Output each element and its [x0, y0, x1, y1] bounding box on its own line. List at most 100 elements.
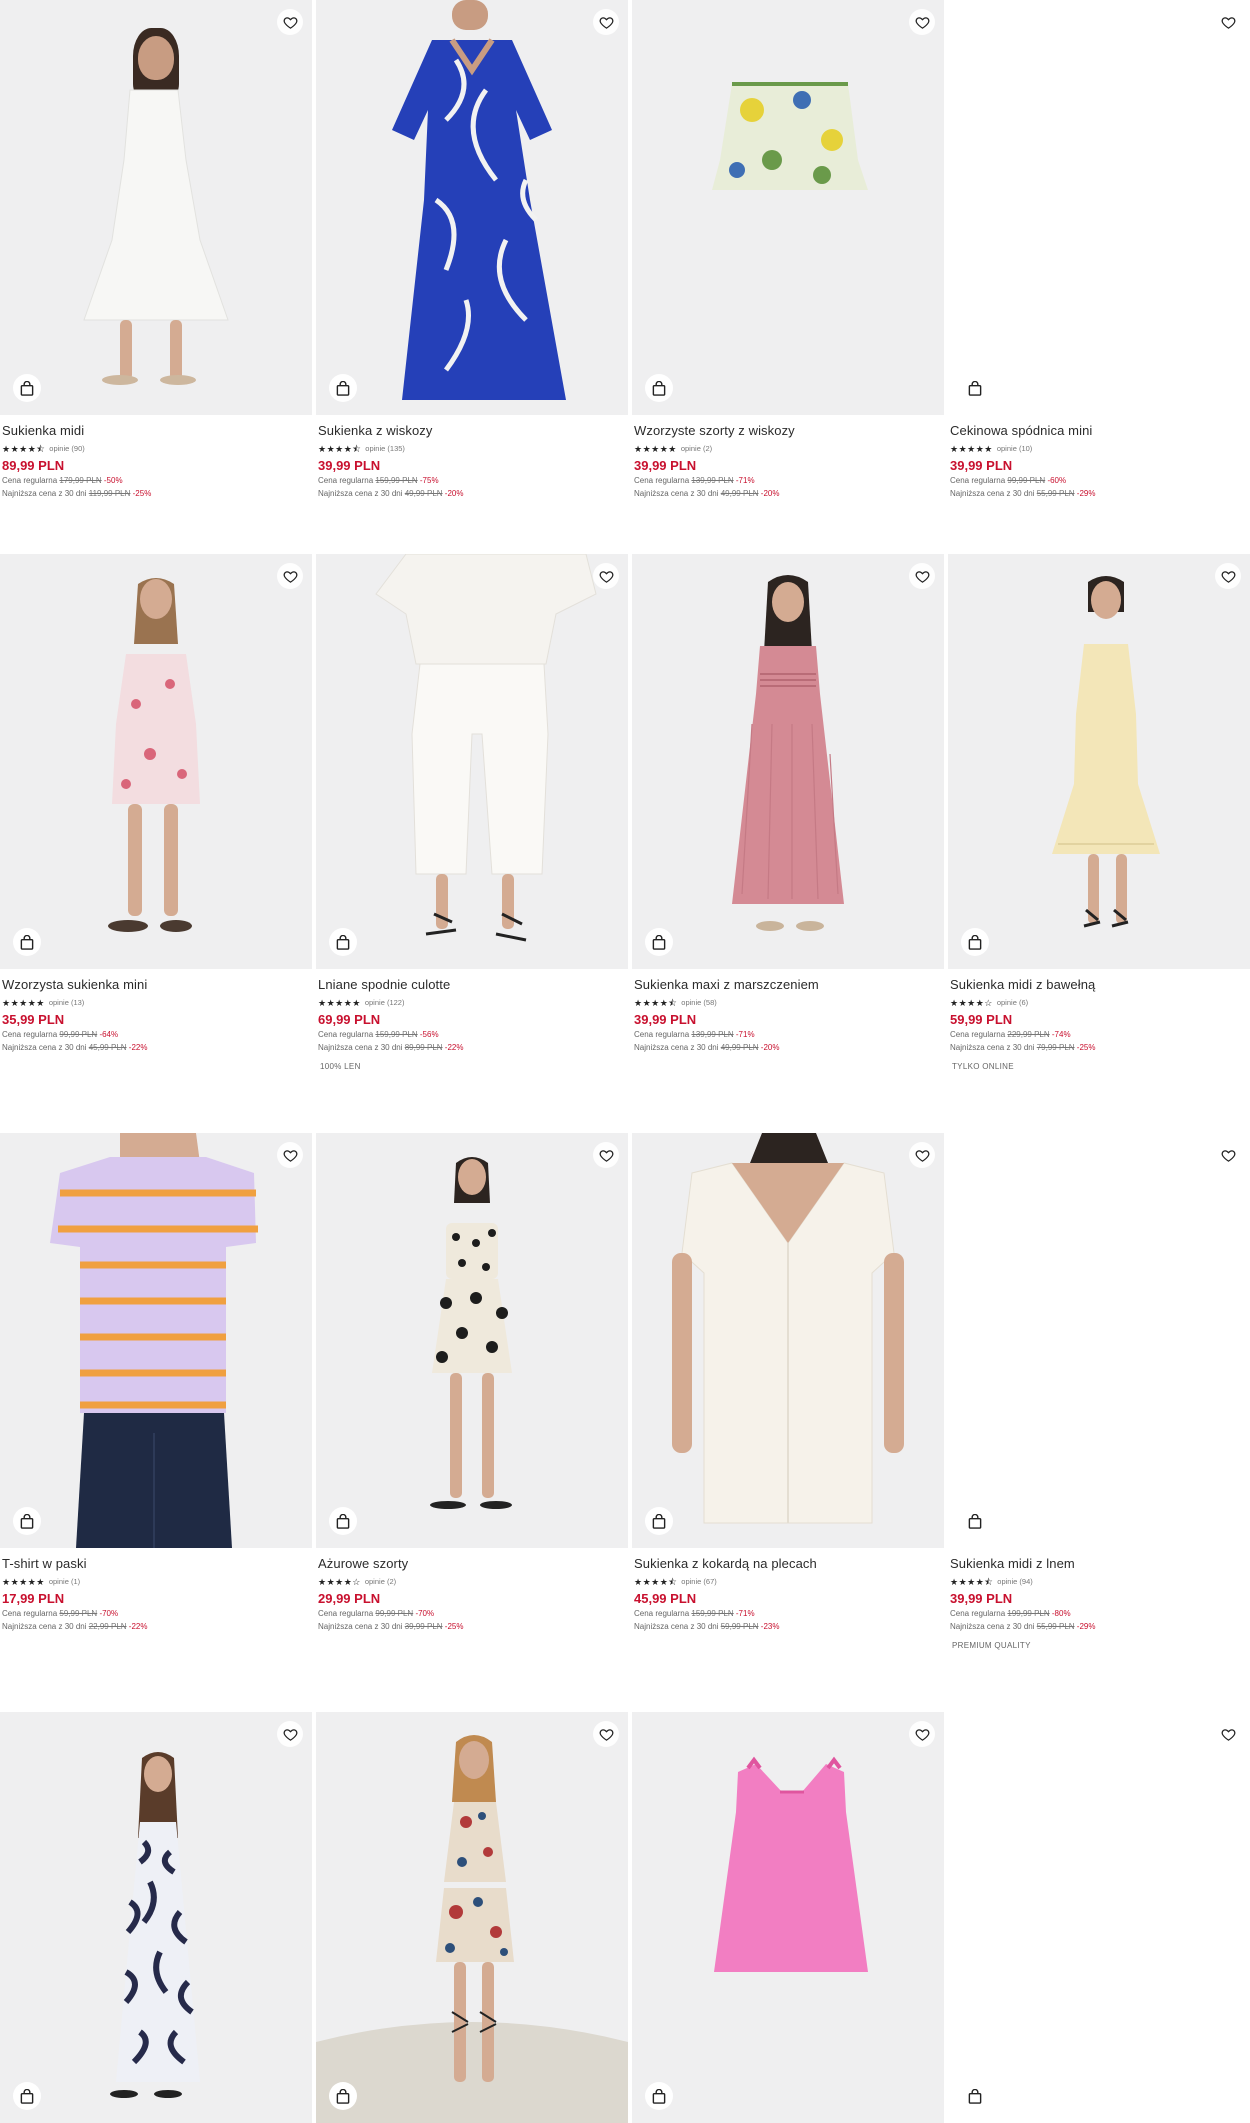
review-count: opinie (2) — [364, 1576, 397, 1586]
product-grid: Sukienka midi ★★★★⯪ opinie (90) 89,99 PLN… — [0, 0, 1250, 2123]
product-card[interactable]: Sukienka midi z lnem ★★★★⯪ opinie (94) 39… — [948, 1133, 1250, 1651]
add-to-cart-button[interactable] — [961, 1507, 989, 1535]
product-card[interactable]: Lniane spodnie culotte ★★★★★ opinie (122)… — [316, 554, 628, 1072]
lowest-price-line: Najniższa cena z 30 dni 39,99 PLN -25% — [318, 1622, 464, 1631]
product-name[interactable]: Lniane spodnie culotte — [318, 977, 626, 993]
add-to-cart-button[interactable] — [645, 2082, 673, 2110]
shopping-bag-icon — [968, 934, 982, 950]
add-to-cart-button[interactable] — [13, 1507, 41, 1535]
product-image[interactable] — [632, 554, 944, 969]
product-name[interactable]: Wzorzyste szorty z wiskozy — [634, 423, 942, 439]
product-name[interactable]: T-shirt w paski — [2, 1556, 310, 1572]
product-image[interactable] — [0, 554, 312, 969]
product-card[interactable]: Wzorzysta sukienka mini ★★★★★ opinie (13)… — [0, 554, 312, 1054]
wishlist-button[interactable] — [593, 1721, 619, 1747]
rating-stars: ★★★★★ — [2, 997, 45, 1008]
product-name[interactable]: Cekinowa spódnica mini — [950, 423, 1248, 439]
review-count: opinie (13) — [48, 997, 85, 1007]
wishlist-button[interactable] — [909, 1142, 935, 1168]
review-count: opinie (67) — [681, 1576, 717, 1586]
wishlist-button[interactable] — [277, 1142, 303, 1168]
product-image[interactable] — [632, 0, 944, 415]
add-to-cart-button[interactable] — [13, 2082, 41, 2110]
wishlist-button[interactable] — [593, 1142, 619, 1168]
product-name[interactable]: Sukienka midi z bawełną — [950, 977, 1248, 993]
add-to-cart-button[interactable] — [329, 374, 357, 402]
product-image[interactable] — [316, 554, 628, 969]
wishlist-button[interactable] — [909, 563, 935, 589]
add-to-cart-button[interactable] — [329, 928, 357, 956]
product-image[interactable] — [632, 1712, 944, 2123]
wishlist-button[interactable] — [1215, 9, 1241, 35]
add-to-cart-button[interactable] — [13, 374, 41, 402]
wishlist-button[interactable] — [593, 563, 619, 589]
product-name[interactable]: Wzorzysta sukienka mini — [2, 977, 310, 993]
product-card[interactable]: T-shirt w paski ★★★★★ opinie (1) 17,99 PL… — [0, 1133, 312, 1633]
product-card[interactable]: Cekinowa spódnica mini ★★★★★ opinie (10) … — [948, 0, 1250, 500]
heart-icon — [599, 1728, 613, 1741]
regular-price-line: Cena regularna 139,99 PLN -71% — [634, 1030, 755, 1039]
product-image[interactable] — [316, 1712, 628, 2123]
wishlist-button[interactable] — [909, 1721, 935, 1747]
add-to-cart-button[interactable] — [329, 2082, 357, 2110]
product-card[interactable] — [632, 1712, 944, 2123]
lowest-price-line: Najniższa cena z 30 dni 59,99 PLN -23% — [634, 1622, 780, 1631]
regular-price-line: Cena regularna 199,99 PLN -80% — [950, 1609, 1071, 1618]
product-image[interactable] — [0, 1712, 312, 2123]
review-count: opinie (2) — [680, 443, 713, 453]
add-to-cart-button[interactable] — [645, 374, 673, 402]
current-price: 17,99 PLN — [2, 1591, 65, 1606]
add-to-cart-button[interactable] — [961, 374, 989, 402]
heart-icon — [915, 1149, 929, 1162]
product-card[interactable]: Sukienka midi ★★★★⯪ opinie (90) 89,99 PLN… — [0, 0, 312, 500]
product-card[interactable]: Sukienka maxi z marszczeniem ★★★★⯪ opinie… — [632, 554, 944, 1054]
product-card[interactable]: Wzorzyste szorty z wiskozy ★★★★★ opinie (… — [632, 0, 944, 500]
add-to-cart-button[interactable] — [329, 1507, 357, 1535]
add-to-cart-button[interactable] — [961, 2082, 989, 2110]
wishlist-button[interactable] — [909, 9, 935, 35]
add-to-cart-button[interactable] — [13, 928, 41, 956]
product-image[interactable] — [316, 1133, 628, 1548]
white-dress-figure — [83, 89, 229, 385]
product-image[interactable] — [948, 1133, 1250, 1548]
product-card[interactable]: Sukienka z kokardą na plecach ★★★★⯪ opini… — [632, 1133, 944, 1633]
product-image[interactable] — [948, 554, 1250, 969]
product-name[interactable]: Sukienka z kokardą na plecach — [634, 1556, 942, 1572]
wishlist-button[interactable] — [277, 563, 303, 589]
wishlist-button[interactable] — [277, 1721, 303, 1747]
product-image[interactable] — [316, 0, 628, 415]
heart-icon — [599, 1149, 613, 1162]
product-card[interactable] — [0, 1712, 312, 2123]
shopping-bag-icon — [968, 1513, 982, 1529]
wishlist-button[interactable] — [277, 9, 303, 35]
heart-icon — [599, 16, 613, 29]
product-name[interactable]: Sukienka midi — [2, 423, 310, 439]
add-to-cart-button[interactable] — [645, 1507, 673, 1535]
product-card[interactable]: Sukienka midi z bawełną ★★★★☆ opinie (6) … — [948, 554, 1250, 1072]
wishlist-button[interactable] — [1215, 563, 1241, 589]
product-card[interactable]: Ażurowe szorty ★★★★☆ opinie (2) 29,99 PLN… — [316, 1133, 628, 1633]
product-image[interactable] — [0, 1133, 312, 1548]
wishlist-button[interactable] — [1215, 1142, 1241, 1168]
product-image[interactable] — [948, 0, 1250, 415]
product-card[interactable]: Sukienka z wiskozy ★★★★⯪ opinie (135) 39,… — [316, 0, 628, 500]
current-price: 59,99 PLN — [950, 1012, 1013, 1027]
product-image[interactable] — [948, 1712, 1250, 2123]
product-name[interactable]: Sukienka z wiskozy — [318, 423, 626, 439]
lowest-price-line: Najniższa cena z 30 dni 79,99 PLN -25% — [950, 1043, 1096, 1052]
product-name[interactable]: Sukienka maxi z marszczeniem — [634, 977, 942, 993]
product-card[interactable] — [948, 1712, 1250, 2123]
heart-icon — [283, 1149, 297, 1162]
product-image[interactable] — [0, 0, 312, 415]
wishlist-button[interactable] — [593, 9, 619, 35]
product-name[interactable]: Sukienka midi z lnem — [950, 1556, 1248, 1572]
product-name[interactable]: Ażurowe szorty — [318, 1556, 626, 1572]
review-count: opinie (10) — [996, 443, 1033, 453]
product-image[interactable] — [632, 1133, 944, 1548]
zebra-maxi-dress-figure — [110, 1752, 200, 2098]
wishlist-button[interactable] — [1215, 1721, 1241, 1747]
product-card[interactable] — [316, 1712, 628, 2123]
add-to-cart-button[interactable] — [961, 928, 989, 956]
cream-midi-dress-figure — [1052, 576, 1160, 928]
add-to-cart-button[interactable] — [645, 928, 673, 956]
